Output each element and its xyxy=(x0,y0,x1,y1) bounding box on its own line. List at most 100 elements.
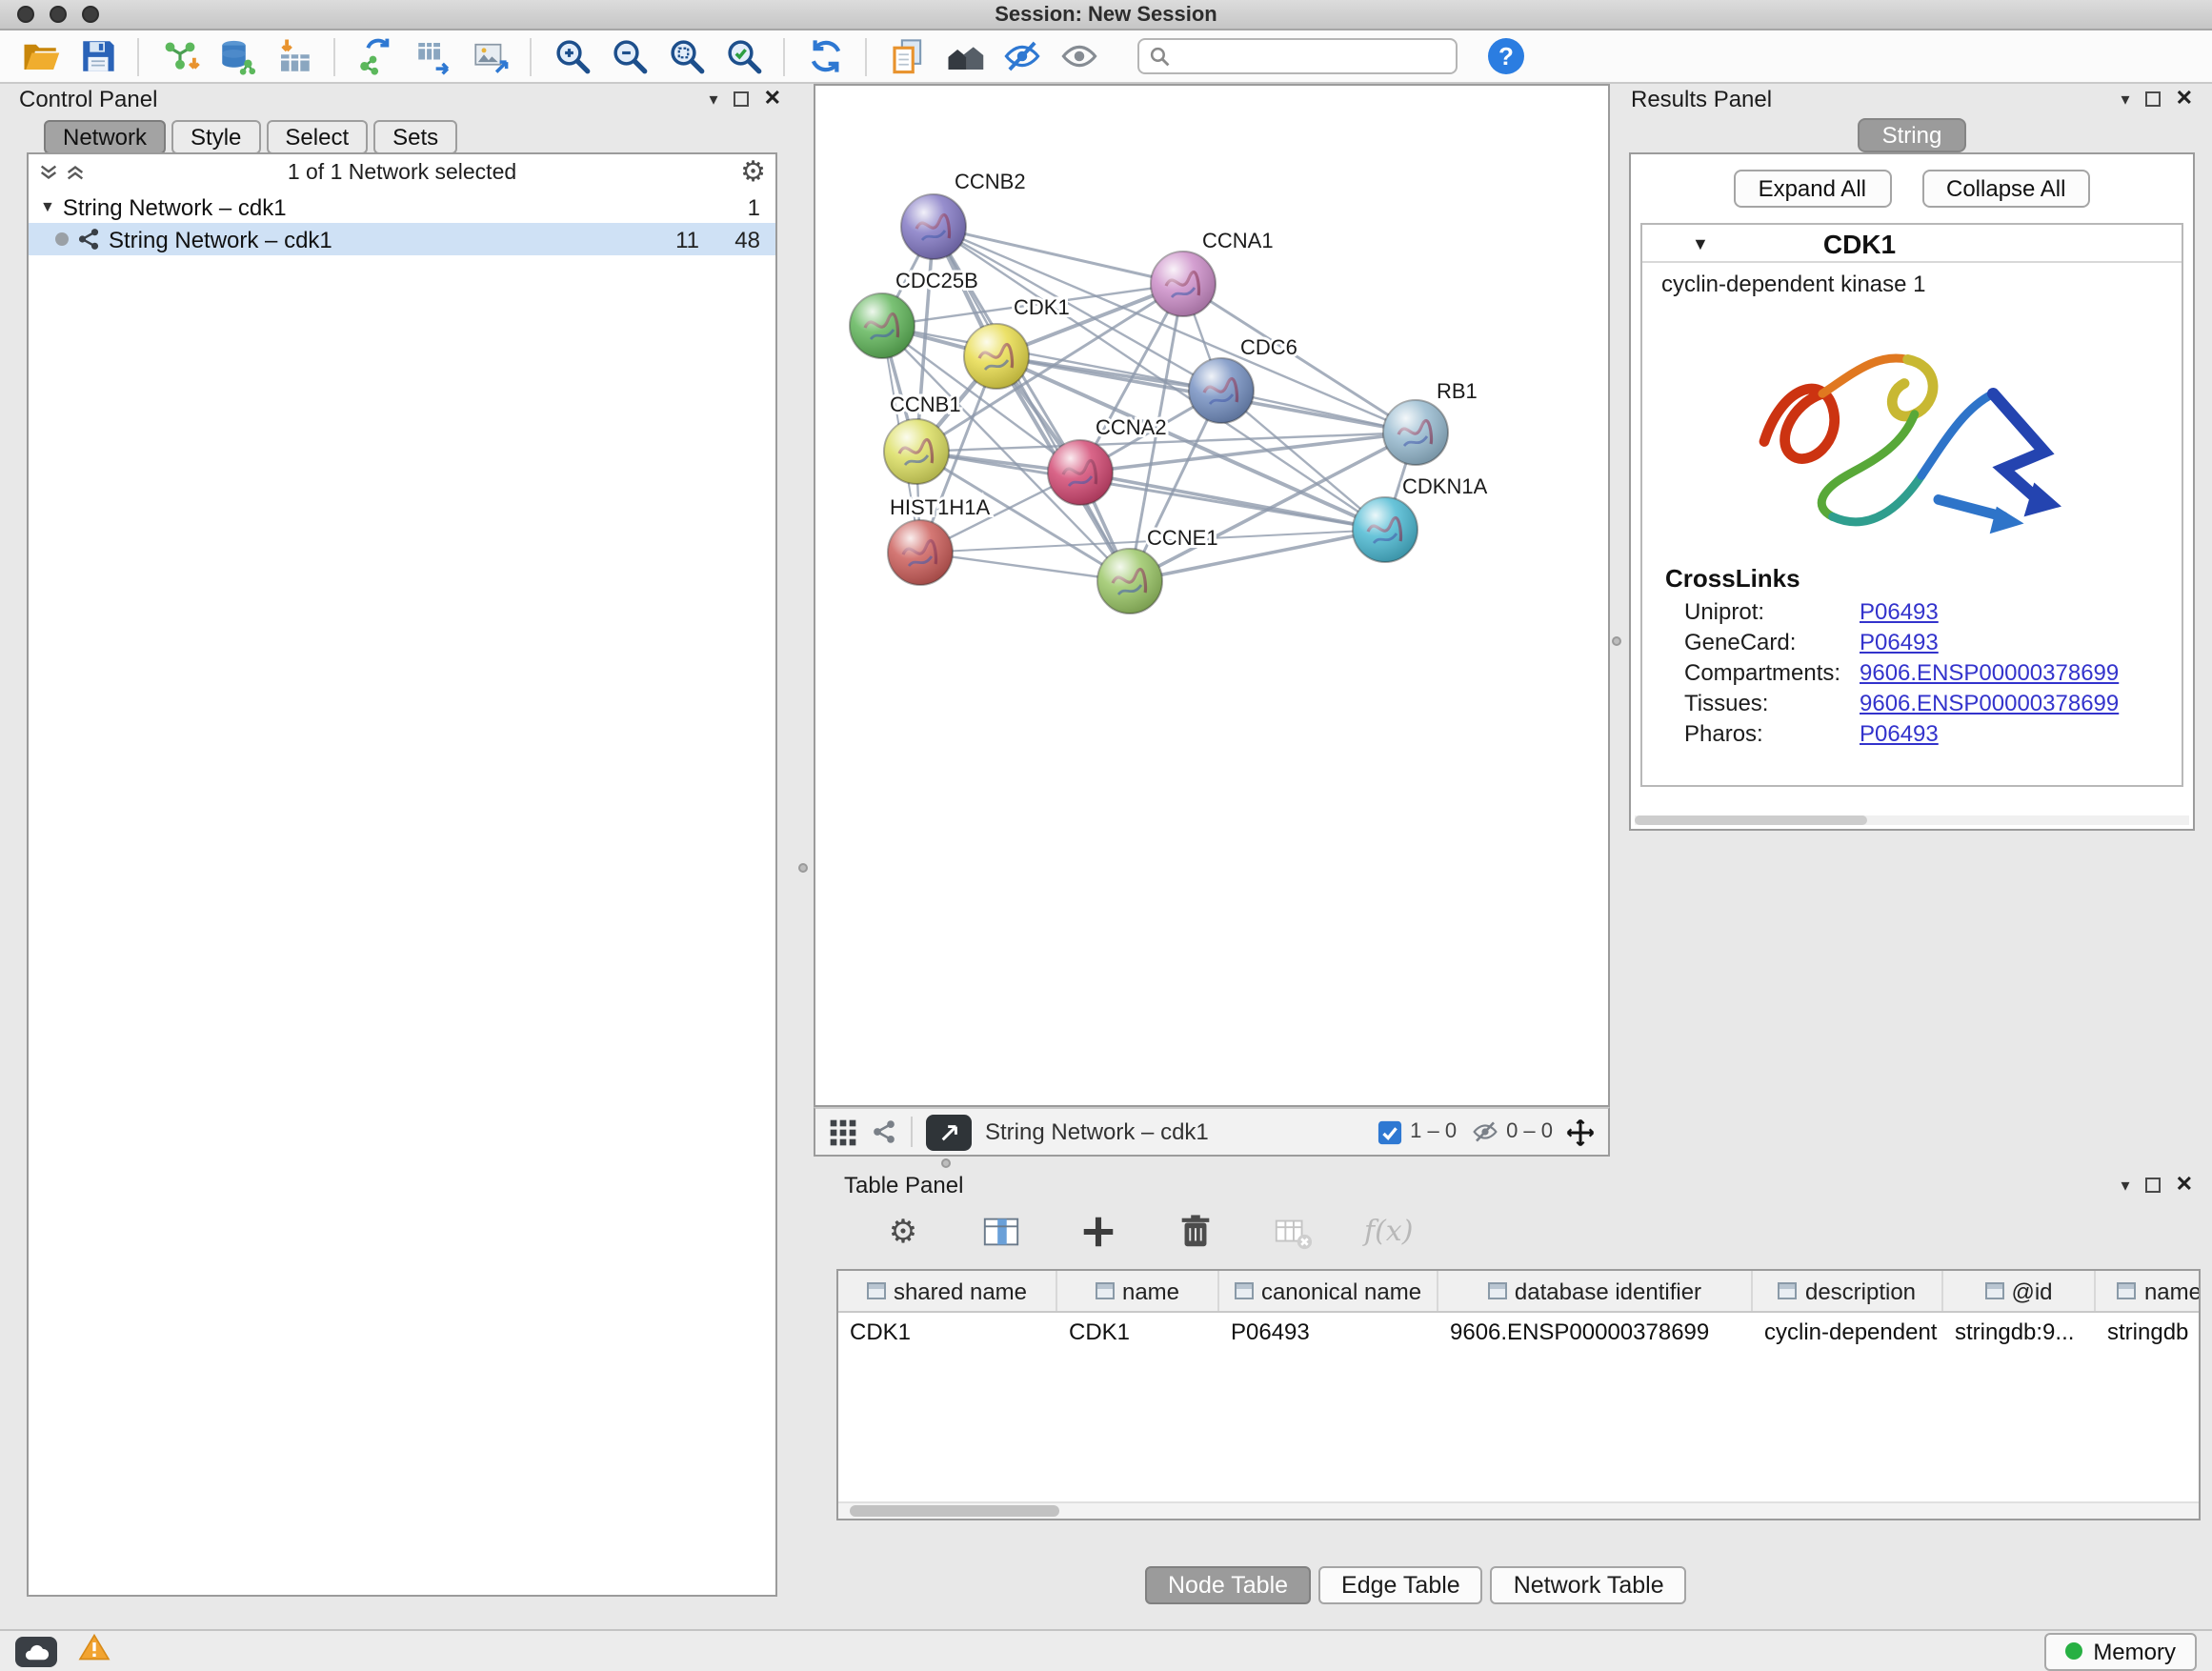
current-network-dot-icon xyxy=(55,232,69,246)
save-session-button[interactable] xyxy=(72,31,122,81)
tab-select[interactable]: Select xyxy=(266,120,368,154)
network-node-RB1[interactable]: RB1 xyxy=(1383,379,1478,465)
tab-style[interactable]: Style xyxy=(171,120,260,154)
import-table-button[interactable] xyxy=(269,31,318,81)
column-header[interactable]: @id xyxy=(1943,1271,2096,1311)
horizontal-splitter-handle[interactable] xyxy=(941,1158,951,1168)
warning-indicator[interactable] xyxy=(78,1632,111,1670)
network-collection-row[interactable]: ▼ String Network – cdk1 1 xyxy=(29,191,775,223)
grid-view-icon[interactable] xyxy=(829,1117,857,1146)
collapse-section-icon[interactable]: ▼ xyxy=(1692,233,1709,252)
export-table-button[interactable] xyxy=(408,31,457,81)
apply-layout-button[interactable] xyxy=(800,31,850,81)
network-node-CCNE1[interactable]: CCNE1 xyxy=(1097,526,1218,614)
panel-close-button[interactable]: ✕ xyxy=(2176,1175,2193,1196)
results-horizontal-scrollbar[interactable] xyxy=(1635,815,2189,825)
panel-close-button[interactable]: ✕ xyxy=(2176,89,2193,110)
detach-view-button[interactable] xyxy=(926,1114,972,1150)
network-tree-toolbar: 1 of 1 Network selected ⚙ xyxy=(29,154,775,191)
export-image-button[interactable] xyxy=(465,31,514,81)
open-session-button[interactable] xyxy=(15,31,65,81)
table-toolbar: ⚙ f(x) xyxy=(833,1200,2204,1261)
tab-network-table[interactable]: Network Table xyxy=(1491,1566,1687,1604)
crosslinks-title: CrossLinks xyxy=(1642,553,2182,596)
application-window: Session: New Session xyxy=(0,0,2212,1671)
network-graph[interactable]: CCNB2CCNA1CDC25BCDK1CDC6RB1CCNB1CCNA2CDK… xyxy=(815,86,1608,1105)
compartments-link[interactable]: 9606.ENSP00000378699 xyxy=(1860,657,2119,688)
network-node-HIST1H1A[interactable]: HIST1H1A xyxy=(888,495,990,585)
zoom-out-button[interactable] xyxy=(604,31,654,81)
network-canvas[interactable]: CCNB2CCNA1CDC25BCDK1CDC6RB1CCNB1CCNA2CDK… xyxy=(814,84,1610,1107)
network-tree-box: 1 of 1 Network selected ⚙ ▼ String Netwo… xyxy=(27,152,777,1597)
table-cell[interactable]: cyclin-dependent ... xyxy=(1753,1313,1943,1355)
panel-float-button[interactable]: ▾ xyxy=(2122,90,2130,109)
tab-node-table[interactable]: Node Table xyxy=(1145,1566,1311,1604)
zoom-in-button[interactable] xyxy=(547,31,596,81)
search-input[interactable] xyxy=(1177,45,1446,68)
selected-indicator: 1 – 0 xyxy=(1377,1119,1457,1144)
open-in-window-icon xyxy=(938,1121,959,1142)
zoom-selected-button[interactable] xyxy=(718,31,768,81)
table-cell[interactable]: P06493 xyxy=(1219,1313,1438,1355)
column-header[interactable]: database identifier xyxy=(1438,1271,1753,1311)
table-horizontal-scrollbar[interactable] xyxy=(838,1501,2199,1519)
zoom-in-icon xyxy=(552,36,592,76)
help-button[interactable]: ? xyxy=(1488,38,1524,74)
network-row-selected[interactable]: String Network – cdk1 11 48 xyxy=(29,223,775,255)
hidden-eye-icon xyxy=(1470,1120,1498,1143)
panel-float-button[interactable]: ▾ xyxy=(710,90,718,109)
uniprot-link[interactable]: P06493 xyxy=(1860,596,1939,627)
show-all-button[interactable] xyxy=(1054,31,1103,81)
copy-document-button[interactable] xyxy=(882,31,932,81)
column-header[interactable]: description xyxy=(1753,1271,1943,1311)
import-network-from-file-button[interactable] xyxy=(154,31,204,81)
import-network-from-database-button[interactable] xyxy=(211,31,261,81)
table-panel: Table Panel ▾ ✕ ⚙ f(x) xyxy=(833,1170,2204,1620)
network-edge[interactable] xyxy=(1080,473,1385,530)
delete-column-button[interactable] xyxy=(1170,1206,1219,1256)
panel-maximize-button[interactable] xyxy=(2145,1178,2161,1193)
table-cell[interactable]: stringdb xyxy=(2096,1313,2201,1355)
vertical-splitter-handle[interactable] xyxy=(798,863,808,873)
table-cell[interactable]: 9606.ENSP00000378699 xyxy=(1438,1313,1753,1355)
column-header[interactable]: name xyxy=(1057,1271,1219,1311)
expand-all-button[interactable]: Expand All xyxy=(1734,170,1891,208)
genecard-link[interactable]: P06493 xyxy=(1860,627,1939,657)
create-column-button[interactable] xyxy=(1073,1206,1122,1256)
import-network-database-icon xyxy=(216,36,256,76)
network-node-CDKN1A[interactable]: CDKN1A xyxy=(1353,474,1488,562)
memory-button[interactable]: Memory xyxy=(2043,1632,2197,1670)
panel-maximize-button[interactable] xyxy=(2145,91,2161,107)
column-header[interactable]: canonical name xyxy=(1219,1271,1438,1311)
tissues-link[interactable]: 9606.ENSP00000378699 xyxy=(1860,688,2119,718)
tab-network[interactable]: Network xyxy=(44,120,166,154)
column-icon xyxy=(1984,1282,2003,1299)
tab-sets[interactable]: Sets xyxy=(373,120,457,154)
show-columns-button[interactable] xyxy=(975,1206,1025,1256)
pan-crosshair-icon[interactable] xyxy=(1566,1117,1595,1146)
table-cell[interactable]: CDK1 xyxy=(1057,1313,1219,1355)
zoom-fit-button[interactable] xyxy=(661,31,711,81)
panel-maximize-button[interactable] xyxy=(734,91,749,107)
collapse-all-button[interactable]: Collapse All xyxy=(1921,170,2090,208)
column-header[interactable]: shared name xyxy=(838,1271,1057,1311)
table-cell[interactable]: CDK1 xyxy=(838,1313,1057,1355)
home-views-button[interactable] xyxy=(939,31,989,81)
disclosure-triangle-icon[interactable]: ▼ xyxy=(40,198,55,215)
tab-edge-table[interactable]: Edge Table xyxy=(1318,1566,1483,1604)
clone-network-button[interactable] xyxy=(351,31,400,81)
tab-string[interactable]: String xyxy=(1858,118,1967,152)
title-bar: Session: New Session xyxy=(0,0,2212,30)
vertical-splitter-handle[interactable] xyxy=(1612,636,1621,646)
panel-close-button[interactable]: ✕ xyxy=(764,89,781,110)
gear-icon[interactable]: ⚙ xyxy=(740,158,766,187)
column-header[interactable]: namespace xyxy=(2096,1271,2201,1311)
pharos-link[interactable]: P06493 xyxy=(1860,718,1939,749)
table-cell[interactable]: stringdb:9... xyxy=(1943,1313,2096,1355)
hide-selected-button[interactable] xyxy=(996,31,1046,81)
table-row[interactable]: CDK1 CDK1 P06493 9606.ENSP00000378699 cy… xyxy=(838,1313,2201,1355)
cloud-services-button[interactable] xyxy=(15,1636,57,1666)
table-settings-button[interactable]: ⚙ xyxy=(878,1206,928,1256)
panel-float-button[interactable]: ▾ xyxy=(2122,1176,2130,1195)
birdseye-network-icon[interactable] xyxy=(871,1118,897,1145)
